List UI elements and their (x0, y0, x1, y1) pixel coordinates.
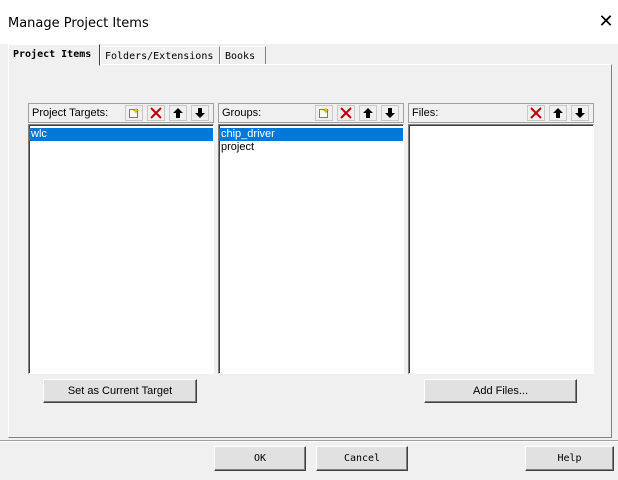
title-bar: Manage Project Items ✕ (0, 0, 618, 44)
tab-books[interactable]: Books (220, 46, 266, 65)
groups-header: Groups: (218, 103, 404, 123)
move-up-icon[interactable] (359, 105, 377, 121)
groups-label: Groups: (222, 107, 262, 119)
cancel-button[interactable]: Cancel (316, 446, 408, 471)
files-label: Files: (412, 107, 439, 119)
ok-button[interactable]: OK (214, 446, 306, 471)
help-button[interactable]: Help (525, 446, 614, 471)
tab-folders-extensions[interactable]: Folders/Extensions (100, 46, 220, 65)
move-up-icon[interactable] (169, 105, 187, 121)
list-item[interactable]: project (219, 141, 403, 154)
project-targets-header: Project Targets: (28, 103, 214, 123)
close-icon[interactable]: ✕ (596, 12, 616, 32)
project-targets-label: Project Targets: (32, 107, 109, 119)
project-targets-list[interactable]: wlc (28, 124, 214, 374)
new-item-icon[interactable] (125, 105, 143, 121)
tab-project-items[interactable]: Project Items (8, 44, 100, 66)
set-current-target-button[interactable]: Set as Current Target (43, 379, 197, 403)
add-files-button[interactable]: Add Files... (424, 379, 577, 403)
list-item[interactable]: wlc (29, 128, 213, 141)
move-down-icon[interactable] (381, 105, 399, 121)
files-list[interactable] (408, 124, 594, 374)
move-down-icon[interactable] (191, 105, 209, 121)
move-up-icon[interactable] (549, 105, 567, 121)
delete-icon[interactable] (147, 105, 165, 121)
window-title: Manage Project Items (8, 16, 149, 31)
delete-icon[interactable] (527, 105, 545, 121)
files-header: Files: (408, 103, 594, 123)
delete-icon[interactable] (337, 105, 355, 121)
move-down-icon[interactable] (571, 105, 589, 121)
groups-list[interactable]: chip_driver project (218, 124, 404, 374)
new-item-icon[interactable] (315, 105, 333, 121)
footer-divider (0, 440, 618, 442)
list-item[interactable]: chip_driver (219, 128, 403, 141)
